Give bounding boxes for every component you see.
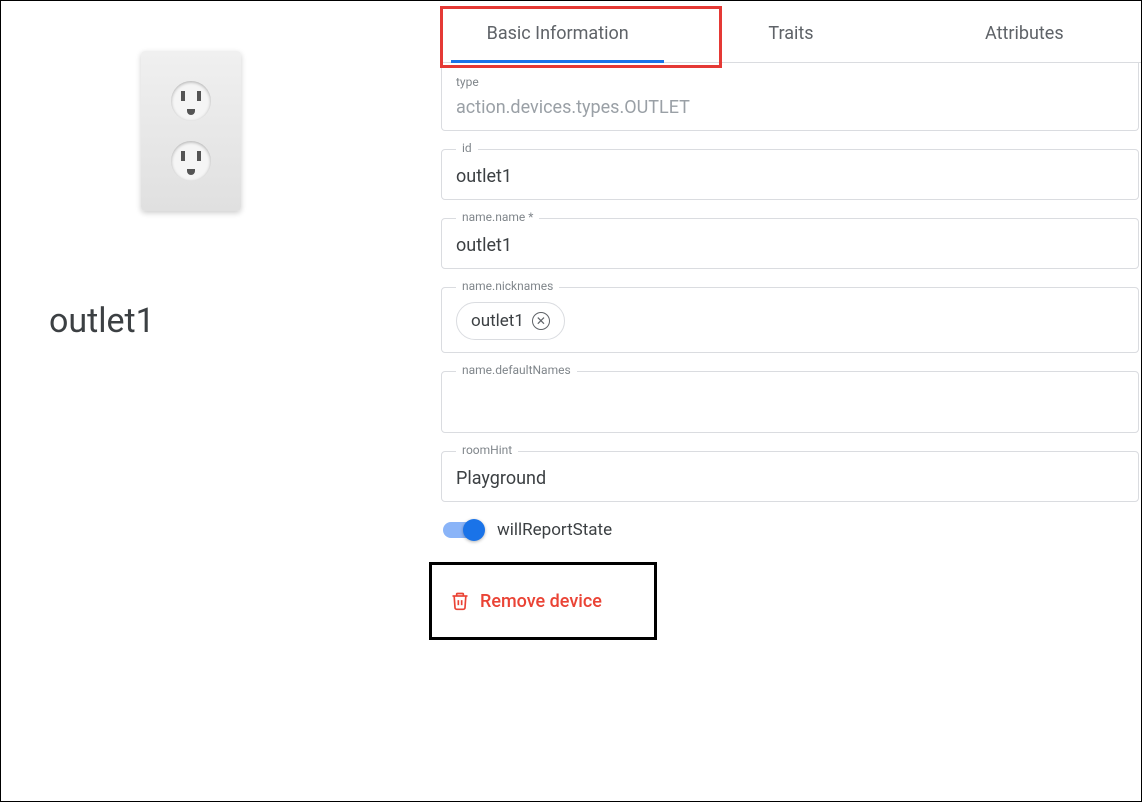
field-name-defaultnames-value — [456, 380, 1124, 388]
toggle-willreportstate-row: willReportState — [443, 520, 1139, 540]
tab-basic-information[interactable]: Basic Information — [441, 1, 674, 62]
toggle-willreportstate-label: willReportState — [497, 520, 612, 540]
field-roomhint[interactable]: roomHint Playground — [441, 451, 1139, 502]
trash-icon — [450, 590, 470, 612]
tabs-bar: Basic Information Traits Attributes — [441, 1, 1141, 63]
remove-device-button[interactable]: Remove device — [432, 580, 620, 622]
device-title: outlet1 — [49, 301, 401, 341]
device-sidebar: outlet1 — [1, 1, 441, 801]
field-roomhint-value: Playground — [456, 460, 1124, 489]
nickname-chip[interactable]: outlet1 ✕ — [456, 302, 565, 340]
outlet-socket-bottom — [171, 141, 211, 181]
toggle-thumb — [463, 519, 485, 541]
field-id-label: id — [456, 141, 478, 155]
toggle-willreportstate[interactable] — [443, 522, 483, 538]
field-name-name[interactable]: name.name * outlet1 — [441, 218, 1139, 269]
highlight-remove-device: Remove device — [429, 562, 657, 640]
field-name-defaultnames[interactable]: name.defaultNames — [441, 371, 1139, 433]
field-id-value: outlet1 — [456, 158, 1124, 187]
nickname-chip-label: outlet1 — [471, 311, 524, 331]
device-outlet-image — [141, 51, 241, 211]
outlet-socket-top — [171, 81, 211, 121]
tab-attributes[interactable]: Attributes — [908, 1, 1141, 62]
field-type-value: action.devices.types.OUTLET — [456, 89, 1124, 118]
field-name-nicknames-label: name.nicknames — [456, 279, 559, 293]
field-name-name-value: outlet1 — [456, 227, 1124, 256]
field-roomhint-label: roomHint — [456, 443, 518, 457]
field-name-defaultnames-label: name.defaultNames — [456, 363, 577, 377]
field-name-name-label: name.name * — [456, 210, 539, 224]
field-id[interactable]: id outlet1 — [441, 149, 1139, 200]
right-panel: Basic Information Traits Attributes type… — [441, 1, 1141, 801]
field-name-nicknames[interactable]: name.nicknames outlet1 ✕ — [441, 287, 1139, 353]
remove-device-label: Remove device — [480, 591, 602, 612]
tab-traits[interactable]: Traits — [674, 1, 907, 62]
field-type[interactable]: type action.devices.types.OUTLET — [441, 63, 1139, 131]
form-area: type action.devices.types.OUTLET id outl… — [441, 63, 1141, 640]
field-type-label: type — [456, 71, 1124, 89]
close-icon[interactable]: ✕ — [532, 312, 550, 330]
